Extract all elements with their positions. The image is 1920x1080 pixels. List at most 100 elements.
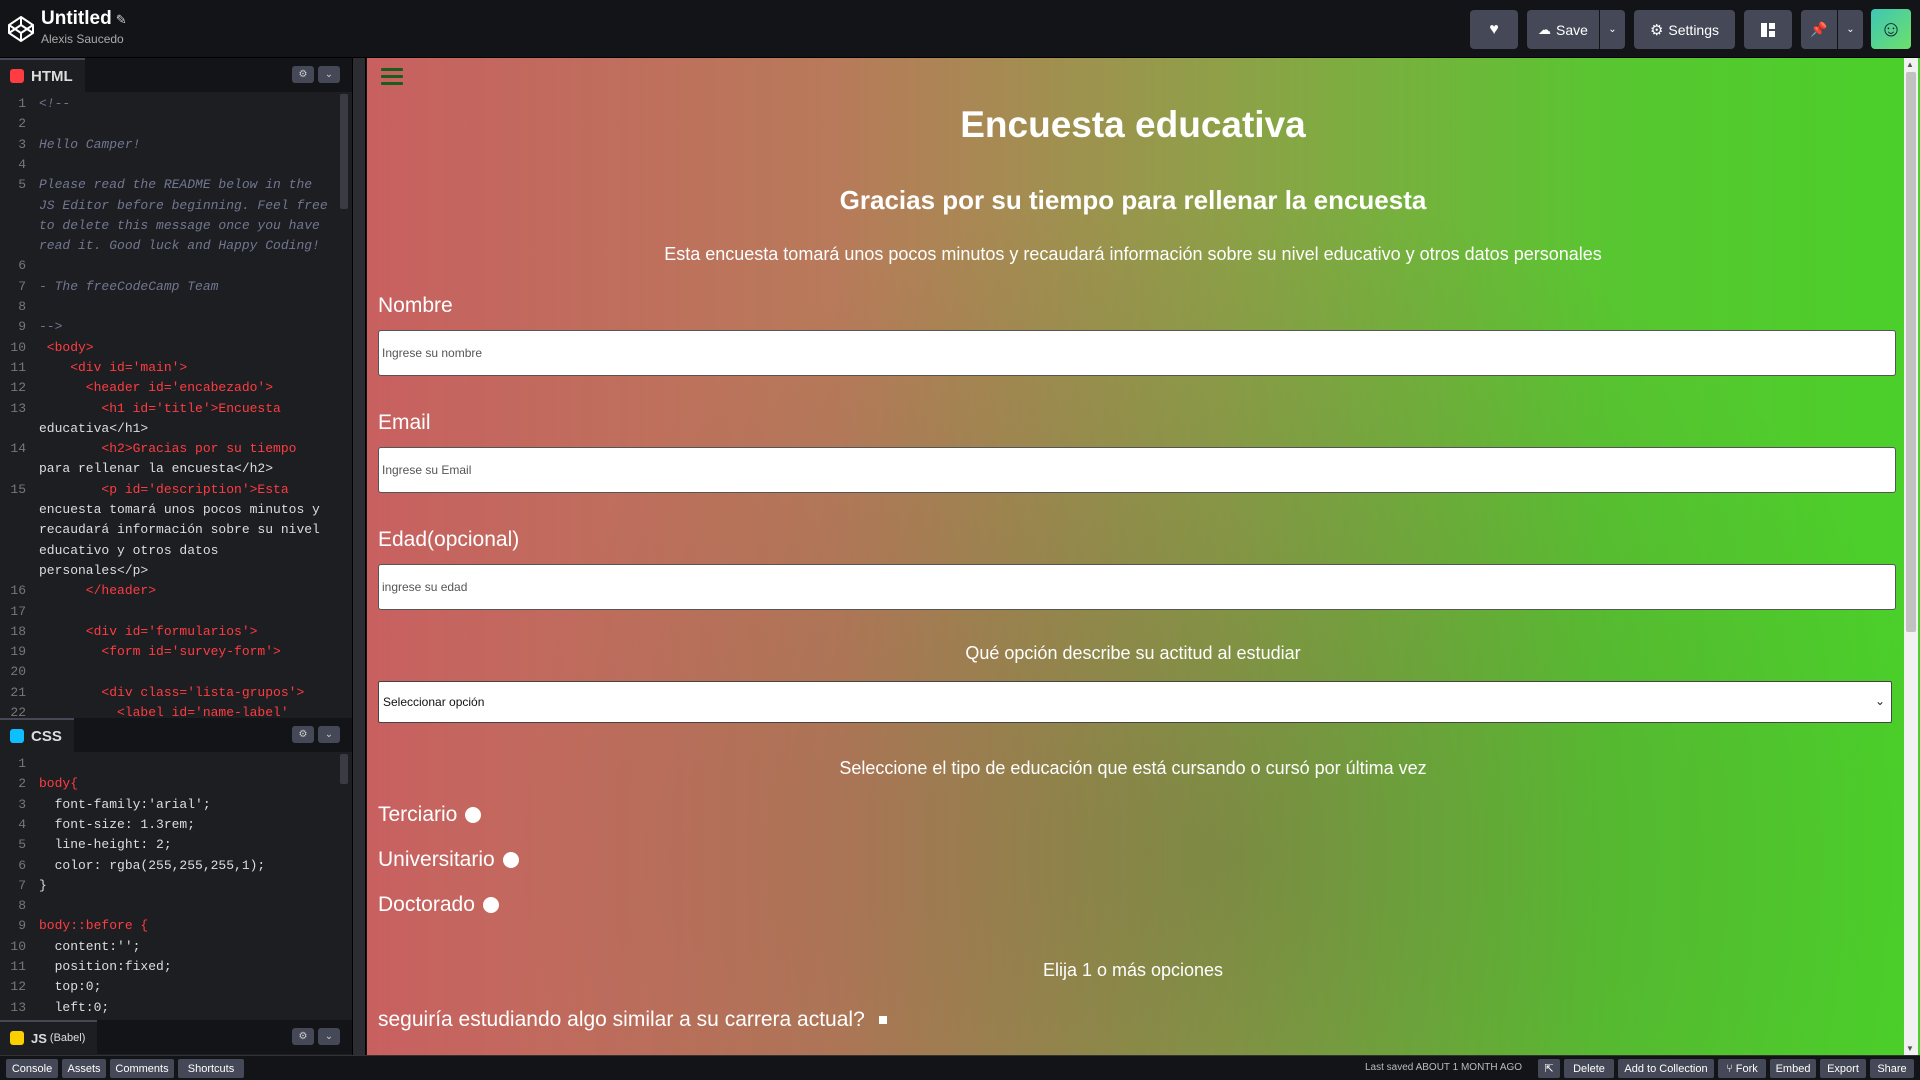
pin-dropdown-button[interactable]: ⌄ — [1838, 10, 1863, 49]
html-line-number: 2 — [18, 116, 26, 132]
html-line-number: 22 — [10, 705, 26, 718]
radio-button[interactable] — [502, 852, 519, 868]
css-code-line: left:0; — [39, 999, 110, 1015]
js-editor-panel: JS (Babel) ⚙ ⌄ — [0, 1016, 352, 1055]
heart-icon: ♥ — [1489, 20, 1499, 38]
html-code-line: educativo y otros datos — [39, 542, 219, 558]
js-settings-button[interactable]: ⚙ — [292, 1028, 314, 1045]
radio-universitario[interactable]: Universitario — [378, 848, 519, 872]
html-line-number: 16 — [10, 583, 26, 599]
name-input[interactable]: Ingrese su nombre — [378, 330, 1896, 376]
change-view-button[interactable] — [1744, 10, 1792, 49]
scroll-down-icon[interactable]: ▼ — [1906, 1044, 1914, 1053]
email-label: Email — [378, 411, 431, 434]
email-input[interactable]: Ingrese su Email — [378, 447, 1896, 493]
codepen-logo-icon[interactable] — [8, 16, 34, 42]
radio-button[interactable] — [465, 807, 482, 823]
html-line-number: 10 — [10, 339, 26, 355]
chevron-down-icon: ⌄ — [1846, 24, 1855, 35]
html-line-number: 9 — [18, 319, 26, 335]
css-line-number: 4 — [18, 816, 26, 832]
save-dropdown-button[interactable]: ⌄ — [1600, 10, 1625, 49]
age-label: Edad(opcional) — [378, 528, 520, 551]
css-line-number: 10 — [10, 938, 26, 954]
author-name[interactable]: Alexis Saucedo — [41, 32, 124, 46]
html-code-line: para rellenar la encuesta</h2> — [39, 461, 274, 477]
add-to-collection-button[interactable]: Add to Collection — [1618, 1059, 1714, 1078]
css-editor-scrollbar[interactable] — [340, 754, 348, 784]
css-panel-tab[interactable]: CSS — [0, 718, 74, 752]
html-line-number: 7 — [18, 278, 26, 294]
editor-resize-handle[interactable] — [352, 58, 366, 1055]
fork-button-label: Fork — [1735, 1062, 1758, 1075]
console-button[interactable]: Console — [6, 1059, 58, 1078]
chevron-down-icon: ⌄ — [324, 1031, 334, 1042]
html-settings-button[interactable]: ⚙ — [292, 66, 314, 83]
html-code-line: </header> — [39, 583, 157, 599]
css-editor-panel: CSS ⚙ ⌄ 1 2 body{3 font-family:'arial'; 4 f… — [0, 718, 352, 1016]
comments-button[interactable]: Comments — [110, 1059, 174, 1078]
html-line-number: 6 — [18, 258, 26, 274]
checkbox[interactable] — [878, 1016, 887, 1024]
love-button[interactable]: ♥ — [1470, 10, 1518, 49]
css-code-line: body{ — [39, 776, 79, 792]
shortcuts-button[interactable]: Shortcuts — [178, 1059, 244, 1078]
html-editor-panel: HTML ⚙ ⌄ 1 <!-- 2 3 Hello Camper! 4 5 Please re… — [0, 58, 352, 718]
hamburger-menu-icon[interactable] — [381, 68, 403, 86]
age-input[interactable]: ingrese su edad — [378, 564, 1896, 610]
css-line-number: 13 — [10, 999, 26, 1015]
html-code-line: JS Editor before beginning. Feel free — [39, 197, 328, 213]
html-code-line: <form id='survey-form'> — [39, 644, 281, 660]
share-button[interactable]: Share — [1870, 1059, 1914, 1078]
js-collapse-button[interactable]: ⌄ — [318, 1028, 340, 1045]
last-saved-status: Last saved ABOUT 1 MONTH AGO — [1365, 1062, 1523, 1073]
html-code-line: read it. Good luck and Happy Coding! — [39, 238, 320, 254]
user-avatar[interactable]: ☺ — [1871, 9, 1911, 49]
attitude-select[interactable]: Seleccionar opción ⌄ — [378, 681, 1892, 723]
css-line-number: 9 — [18, 918, 26, 934]
save-button[interactable]: ☁ Save — [1527, 10, 1599, 49]
html-panel-tab[interactable]: HTML — [0, 58, 85, 92]
pen-title-text[interactable]: Untitled — [41, 8, 112, 29]
preview-scrollbar-thumb[interactable] — [1906, 72, 1916, 632]
html-panel-header: HTML ⚙ ⌄ — [0, 58, 352, 92]
js-panel-sublabel: (Babel) — [49, 1032, 86, 1044]
settings-button[interactable]: ⚙ Settings — [1634, 10, 1735, 49]
css-panel-label: CSS — [31, 727, 62, 745]
html-code-line: <header id='encabezado'> — [39, 380, 274, 396]
pin-icon: 📌 — [1810, 21, 1828, 37]
settings-button-label: Settings — [1668, 21, 1720, 38]
preview-pane: Encuesta educativa Gracias por su tiempo… — [367, 58, 1920, 1055]
radio-doctorado[interactable]: Doctorado — [378, 893, 499, 917]
gear-icon: ⚙ — [298, 1031, 308, 1042]
assets-button[interactable]: Assets — [62, 1059, 106, 1078]
preview-scrollbar[interactable]: ▲ ▼ — [1904, 58, 1918, 1055]
bottom-bar: Console Assets Comments Shortcuts Last s… — [0, 1055, 1920, 1080]
radio-terciario[interactable]: Terciario — [378, 803, 482, 827]
checkbox-similar-career[interactable]: seguiría estudiando algo similar a su ca… — [378, 1008, 887, 1032]
save-button-label: Save — [1556, 21, 1588, 38]
delete-button[interactable]: Delete — [1564, 1059, 1614, 1078]
js-panel-tab[interactable]: JS (Babel) — [0, 1020, 98, 1054]
export-button[interactable]: Export — [1820, 1059, 1866, 1078]
radio-button[interactable] — [482, 897, 499, 913]
js-panel-label: JS — [31, 1030, 47, 1046]
embed-button[interactable]: Embed — [1770, 1059, 1816, 1078]
open-external-button[interactable]: ⇱ — [1538, 1059, 1560, 1078]
pen-title[interactable]: Untitled ✎ — [41, 8, 127, 30]
chevron-down-icon: ⌄ — [324, 729, 334, 740]
survey-subtitle: Gracias por su tiempo para rellenar la e… — [839, 185, 1427, 215]
attitude-question: Qué opción describe su actitud al estudi… — [965, 643, 1301, 663]
fork-icon: ⑂ — [1726, 1062, 1733, 1075]
scroll-up-icon[interactable]: ▲ — [1906, 60, 1914, 69]
fork-button[interactable]: ⑂ Fork — [1718, 1059, 1766, 1078]
css-collapse-button[interactable]: ⌄ — [318, 726, 340, 743]
html-code-line: - The freeCodeCamp Team — [39, 278, 219, 294]
css-settings-button[interactable]: ⚙ — [292, 726, 314, 743]
html-line-number: 1 — [18, 96, 26, 111]
html-icon — [10, 69, 24, 83]
edit-pencil-icon[interactable]: ✎ — [116, 12, 127, 27]
html-collapse-button[interactable]: ⌄ — [318, 66, 340, 83]
html-editor-scrollbar[interactable] — [340, 94, 348, 209]
pin-button[interactable]: 📌 — [1801, 10, 1837, 49]
